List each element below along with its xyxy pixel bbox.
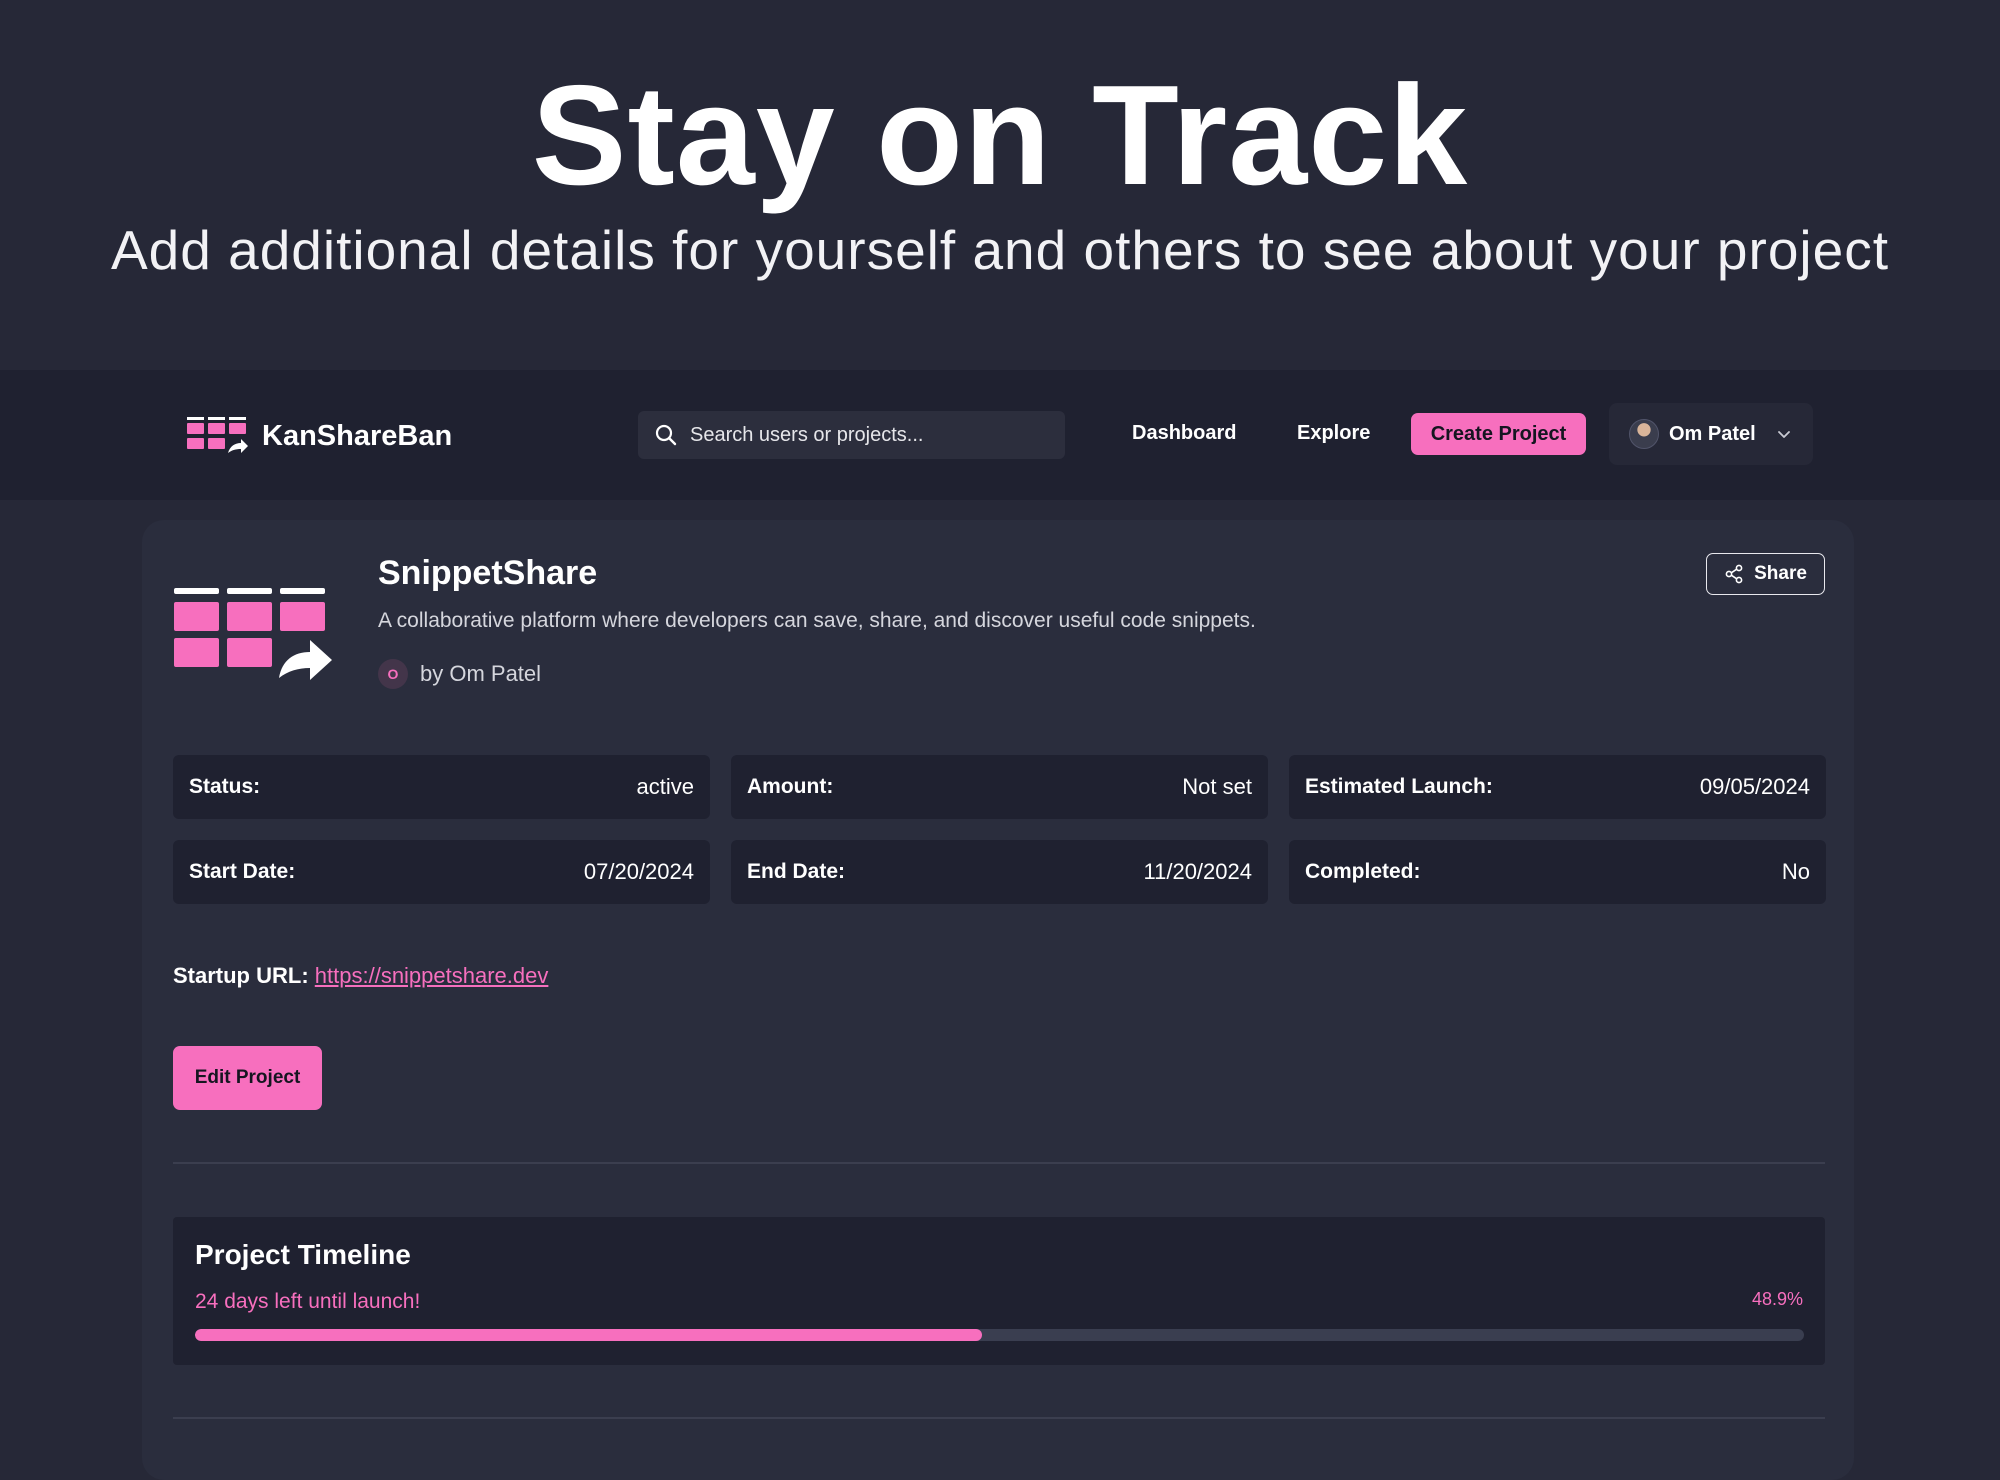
share-button[interactable]: Share [1706,553,1825,595]
chevron-down-icon [1777,431,1790,438]
owner-avatar: O [378,659,408,689]
stat-label: Completed: [1305,860,1421,883]
owner-name: by Om Patel [420,661,542,686]
startup-url-link[interactable]: https://snippetshare.dev [315,963,549,988]
progress-bar-fill [195,1329,982,1341]
timeline-title: Project Timeline [195,1239,411,1270]
nav-link-explore[interactable]: Explore [1297,422,1370,445]
stat-label: Estimated Launch: [1305,775,1493,798]
stat-amount: Amount: Not set [731,755,1268,819]
user-menu-button[interactable]: Om Patel [1609,403,1813,465]
progress-bar-track [195,1329,1804,1341]
brand-logo-link[interactable]: KanShareBan [186,416,452,456]
stat-value: active [636,774,694,799]
edit-project-button[interactable]: Edit Project [173,1046,322,1110]
kanban-share-logo-icon [187,417,248,453]
top-navbar: KanShareBan Dashboard Explore Create Pro… [0,370,2000,500]
stat-value: 09/05/2024 [1699,774,1810,799]
project-owner[interactable]: O by Om Patel [378,659,541,689]
stat-label: Status: [189,775,261,798]
hero-subtitle: Add additional details for yourself and … [110,219,1890,281]
share-label: Share [1754,563,1807,584]
stat-completed: Completed: No [1289,840,1826,904]
hero-section: Stay on Track Add additional details for… [0,0,2000,370]
nav-link-dashboard[interactable]: Dashboard [1132,422,1236,445]
hero-title: Stay on Track [531,56,1469,215]
stat-label: Start Date: [189,860,296,883]
search-box[interactable] [638,411,1065,459]
project-title: SnippetShare [378,554,598,592]
project-stats-grid: Status: active Amount: Not set Estimated… [173,755,1826,904]
section-divider [173,1417,1825,1419]
progress-percent: 48.9% [1751,1289,1803,1309]
share-icon [1725,564,1743,584]
stat-start-date: Start Date: 07/20/2024 [173,840,710,904]
stat-status: Status: active [173,755,710,819]
user-avatar [1629,419,1659,449]
project-logo [174,588,334,693]
project-card: SnippetShare A collaborative platform wh… [142,520,1854,1480]
search-icon [655,424,677,446]
section-divider [173,1162,1825,1164]
days-left-text: 24 days left until launch! [195,1290,421,1313]
stat-label: Amount: [747,775,834,798]
user-name: Om Patel [1669,422,1756,445]
create-project-button[interactable]: Create Project [1411,413,1586,455]
stat-value: 07/20/2024 [583,859,694,884]
search-input[interactable] [690,423,1050,447]
stat-estimated-launch: Estimated Launch: 09/05/2024 [1289,755,1826,819]
kanban-share-logo-icon [174,588,332,680]
stat-end-date: End Date: 11/20/2024 [731,840,1268,904]
startup-url-row: Startup URL: https://snippetshare.dev [173,963,548,989]
brand-name: KanShareBan [262,419,453,452]
project-timeline-panel: Project Timeline 24 days left until laun… [173,1217,1825,1365]
stat-value: Not set [1182,774,1252,799]
startup-url-label: Startup URL: [173,963,309,988]
stat-value: 11/20/2024 [1143,859,1252,884]
stat-label: End Date: [747,860,846,883]
stat-value: No [1781,859,1810,884]
project-description: A collaborative platform where developer… [378,609,1256,632]
